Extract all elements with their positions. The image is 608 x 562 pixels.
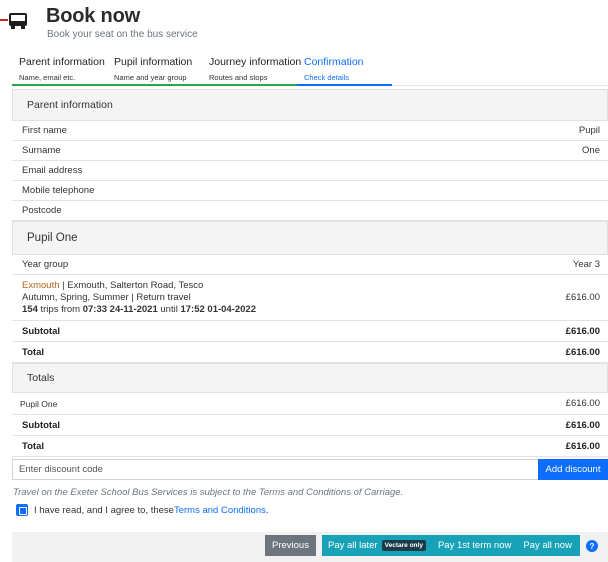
step-parent-information[interactable]: Parent information Name, email etc.: [12, 50, 107, 86]
row-value: £616.00: [565, 440, 600, 452]
pupil-section-heading: Pupil One: [12, 221, 608, 255]
bus-icon: [0, 13, 27, 29]
journey-end: 17:52 01-04-2022: [180, 303, 257, 315]
pay-first-term-button[interactable]: Pay 1st term now: [432, 535, 517, 556]
pupil-row-subtotal: Subtotal £616.00: [12, 321, 608, 342]
vectare-only-badge: Vectare only: [381, 540, 426, 551]
parent-row-first-name: First name Pupil: [12, 121, 608, 141]
row-value: One: [582, 145, 600, 156]
row-value: £616.00: [565, 398, 600, 409]
step-subtitle: Name and year group: [114, 73, 187, 82]
step-title: Confirmation: [304, 56, 364, 68]
row-label: Subtotal: [22, 325, 60, 337]
parent-row-email: Email address: [12, 161, 608, 181]
row-value: Pupil: [578, 125, 600, 136]
journey-until: until: [157, 303, 181, 315]
question-circle-icon[interactable]: ?: [586, 540, 598, 552]
step-confirmation[interactable]: Confirmation Check details: [297, 50, 392, 86]
discount-group: Add discount: [12, 459, 608, 480]
journey-destination: Exmouth: [22, 279, 60, 291]
pay-all-later-label: Pay all later: [328, 540, 378, 551]
terms-note: Travel on the Exeter School Bus Services…: [13, 487, 404, 498]
step-title: Pupil information: [114, 56, 193, 68]
journey-trips-from: trips from: [37, 303, 83, 315]
row-label: Total: [22, 440, 44, 452]
row-label: Email address: [22, 165, 83, 176]
journey-trip-count: 154: [22, 303, 38, 315]
pay-all-now-button[interactable]: Pay all now: [517, 535, 578, 556]
step-subtitle: Check details: [304, 73, 350, 82]
journey-route: | Exmouth, Salterton Road, Tesco: [59, 279, 204, 291]
agree-checkbox[interactable]: [16, 504, 28, 516]
discount-code-input[interactable]: [12, 459, 538, 480]
payment-button-group: Pay all later Vectare only Pay 1st term …: [322, 535, 580, 556]
terms-link[interactable]: Terms and Conditions: [174, 505, 266, 516]
row-label: Subtotal: [22, 419, 60, 431]
pay-all-later-button[interactable]: Pay all later Vectare only: [322, 535, 432, 556]
step-pupil-information[interactable]: Pupil information Name and year group: [107, 50, 202, 86]
step-title: Parent information: [19, 56, 105, 68]
parent-section-heading: Parent information: [12, 89, 608, 121]
journey-details: Exmouth | Exmouth, Salterton Road, Tesco…: [22, 280, 256, 316]
row-label: Mobile telephone: [22, 185, 95, 196]
row-label: First name: [22, 125, 67, 136]
row-value: Year 3: [572, 259, 600, 270]
pupil-row-year-group: Year group Year 3: [12, 255, 608, 275]
step-journey-information[interactable]: Journey information Routes and stops: [202, 50, 302, 86]
row-label: Year group: [22, 259, 69, 270]
agree-end: .: [265, 504, 269, 516]
booking-steps: Parent information Name, email etc. Pupi…: [12, 50, 608, 88]
page-subtitle: Book your seat on the bus service: [47, 29, 198, 40]
parent-row-mobile: Mobile telephone: [12, 181, 608, 201]
parent-row-surname: Surname One: [12, 141, 608, 161]
parent-row-postcode: Postcode: [12, 201, 608, 221]
totals-row-total: Total £616.00: [12, 436, 608, 457]
step-title: Journey information: [209, 56, 302, 68]
step-subtitle: Name, email etc.: [19, 73, 76, 82]
journey-terms: Autumn, Spring, Summer | Return travel: [22, 291, 191, 303]
row-label: Total: [22, 346, 44, 358]
booking-summary: Parent information First name Pupil Surn…: [12, 89, 608, 457]
steps-divider: [392, 50, 608, 86]
totals-row-pupil: Pupil One £616.00: [12, 393, 608, 415]
step-subtitle: Routes and stops: [209, 73, 268, 82]
row-label: Surname: [22, 145, 61, 156]
row-label: Postcode: [22, 205, 62, 216]
agree-text: I have read, and I agree to, these: [34, 504, 174, 516]
row-value: £616.00: [565, 346, 600, 358]
pupil-row-total: Total £616.00: [12, 342, 608, 363]
row-value: £616.00: [565, 419, 600, 431]
row-value: £616.00: [565, 325, 600, 337]
row-label: Pupil One: [20, 398, 58, 409]
pupil-row-journey: Exmouth | Exmouth, Salterton Road, Tesco…: [12, 275, 608, 321]
totals-row-subtotal: Subtotal £616.00: [12, 415, 608, 436]
add-discount-button[interactable]: Add discount: [538, 459, 608, 480]
terms-agreement: I have read, and I agree to, these Terms…: [16, 504, 269, 516]
journey-price: £616.00: [565, 292, 600, 303]
page-header: Book now Book your seat on the bus servi…: [0, 0, 608, 46]
totals-section-heading: Totals: [12, 363, 608, 393]
previous-button[interactable]: Previous: [265, 535, 316, 556]
journey-start: 07:33 24-11-2021: [82, 303, 158, 315]
page-title: Book now: [46, 5, 140, 27]
